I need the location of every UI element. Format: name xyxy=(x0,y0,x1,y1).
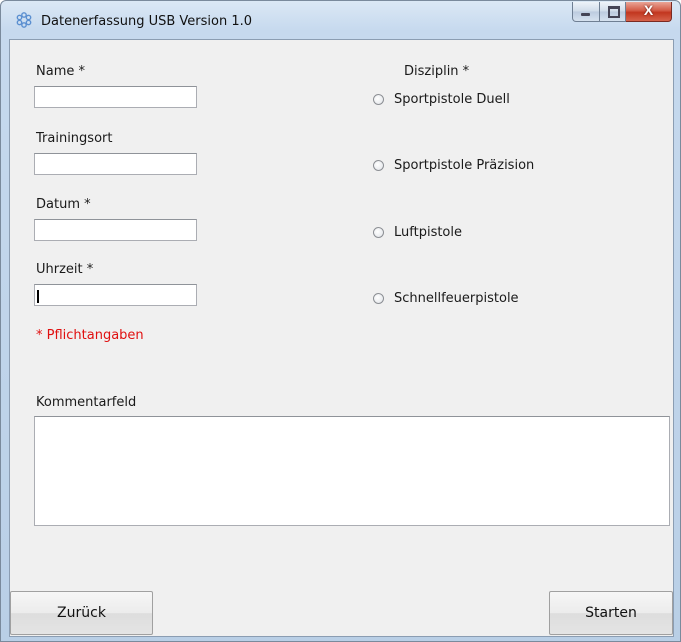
maximize-button[interactable] xyxy=(600,2,626,22)
form-panel: Name * Trainingsort Datum * Uhrzeit * * … xyxy=(9,39,674,637)
datum-label: Datum * xyxy=(36,197,91,212)
kommentar-textarea[interactable] xyxy=(34,416,670,526)
radio-label: Sportpistole Duell xyxy=(394,92,510,107)
minimize-button[interactable] xyxy=(572,2,600,22)
window-controls: X xyxy=(572,2,672,22)
radio-option-schnellfeuerpistole[interactable]: Schnellfeuerpistole xyxy=(373,291,519,306)
datum-input[interactable] xyxy=(34,219,197,241)
radio-label: Sportpistole Präzision xyxy=(394,158,535,173)
radio-button[interactable] xyxy=(373,94,384,105)
radio-option-sportpistole-praezision[interactable]: Sportpistole Präzision xyxy=(373,158,534,173)
radio-button[interactable] xyxy=(373,227,384,238)
name-input[interactable] xyxy=(34,86,197,108)
maximize-icon xyxy=(608,6,620,18)
window-title: Datenerfassung USB Version 1.0 xyxy=(41,14,253,29)
app-window: Datenerfassung USB Version 1.0 X Name * … xyxy=(0,0,681,642)
required-fields-note: * Pflichtangaben xyxy=(36,328,144,343)
radio-button[interactable] xyxy=(373,293,384,304)
uhrzeit-label: Uhrzeit * xyxy=(36,262,93,277)
radio-label: Schnellfeuerpistole xyxy=(394,291,519,306)
uhrzeit-label-text: Uhrzeit xyxy=(36,262,83,277)
name-label-text: Name xyxy=(36,64,75,79)
name-label: Name * xyxy=(36,64,85,79)
start-button[interactable]: Starten xyxy=(549,591,673,635)
radio-option-luftpistole[interactable]: Luftpistole xyxy=(373,225,462,240)
name-required-marker: * xyxy=(74,64,85,79)
trainingsort-label: Trainingsort xyxy=(36,131,113,146)
close-button[interactable]: X xyxy=(626,2,672,22)
radio-option-sportpistole-duell[interactable]: Sportpistole Duell xyxy=(373,92,510,107)
datum-label-text: Datum xyxy=(36,197,80,212)
radio-button[interactable] xyxy=(373,160,384,171)
uhrzeit-required-marker: * xyxy=(82,262,94,277)
minimize-icon xyxy=(581,13,590,16)
trainingsort-input[interactable] xyxy=(34,153,197,175)
uhrzeit-input[interactable] xyxy=(34,284,197,306)
radio-label: Luftpistole xyxy=(394,225,462,240)
disziplin-label: Disziplin * xyxy=(404,64,470,79)
kommentar-label: Kommentarfeld xyxy=(36,395,137,410)
close-icon: X xyxy=(643,2,654,18)
datum-required-marker: * xyxy=(79,197,91,212)
text-caret xyxy=(37,290,39,303)
snowflake-app-icon xyxy=(16,12,32,28)
title-bar[interactable]: Datenerfassung USB Version 1.0 X xyxy=(1,1,680,39)
back-button[interactable]: Zurück xyxy=(10,591,153,635)
